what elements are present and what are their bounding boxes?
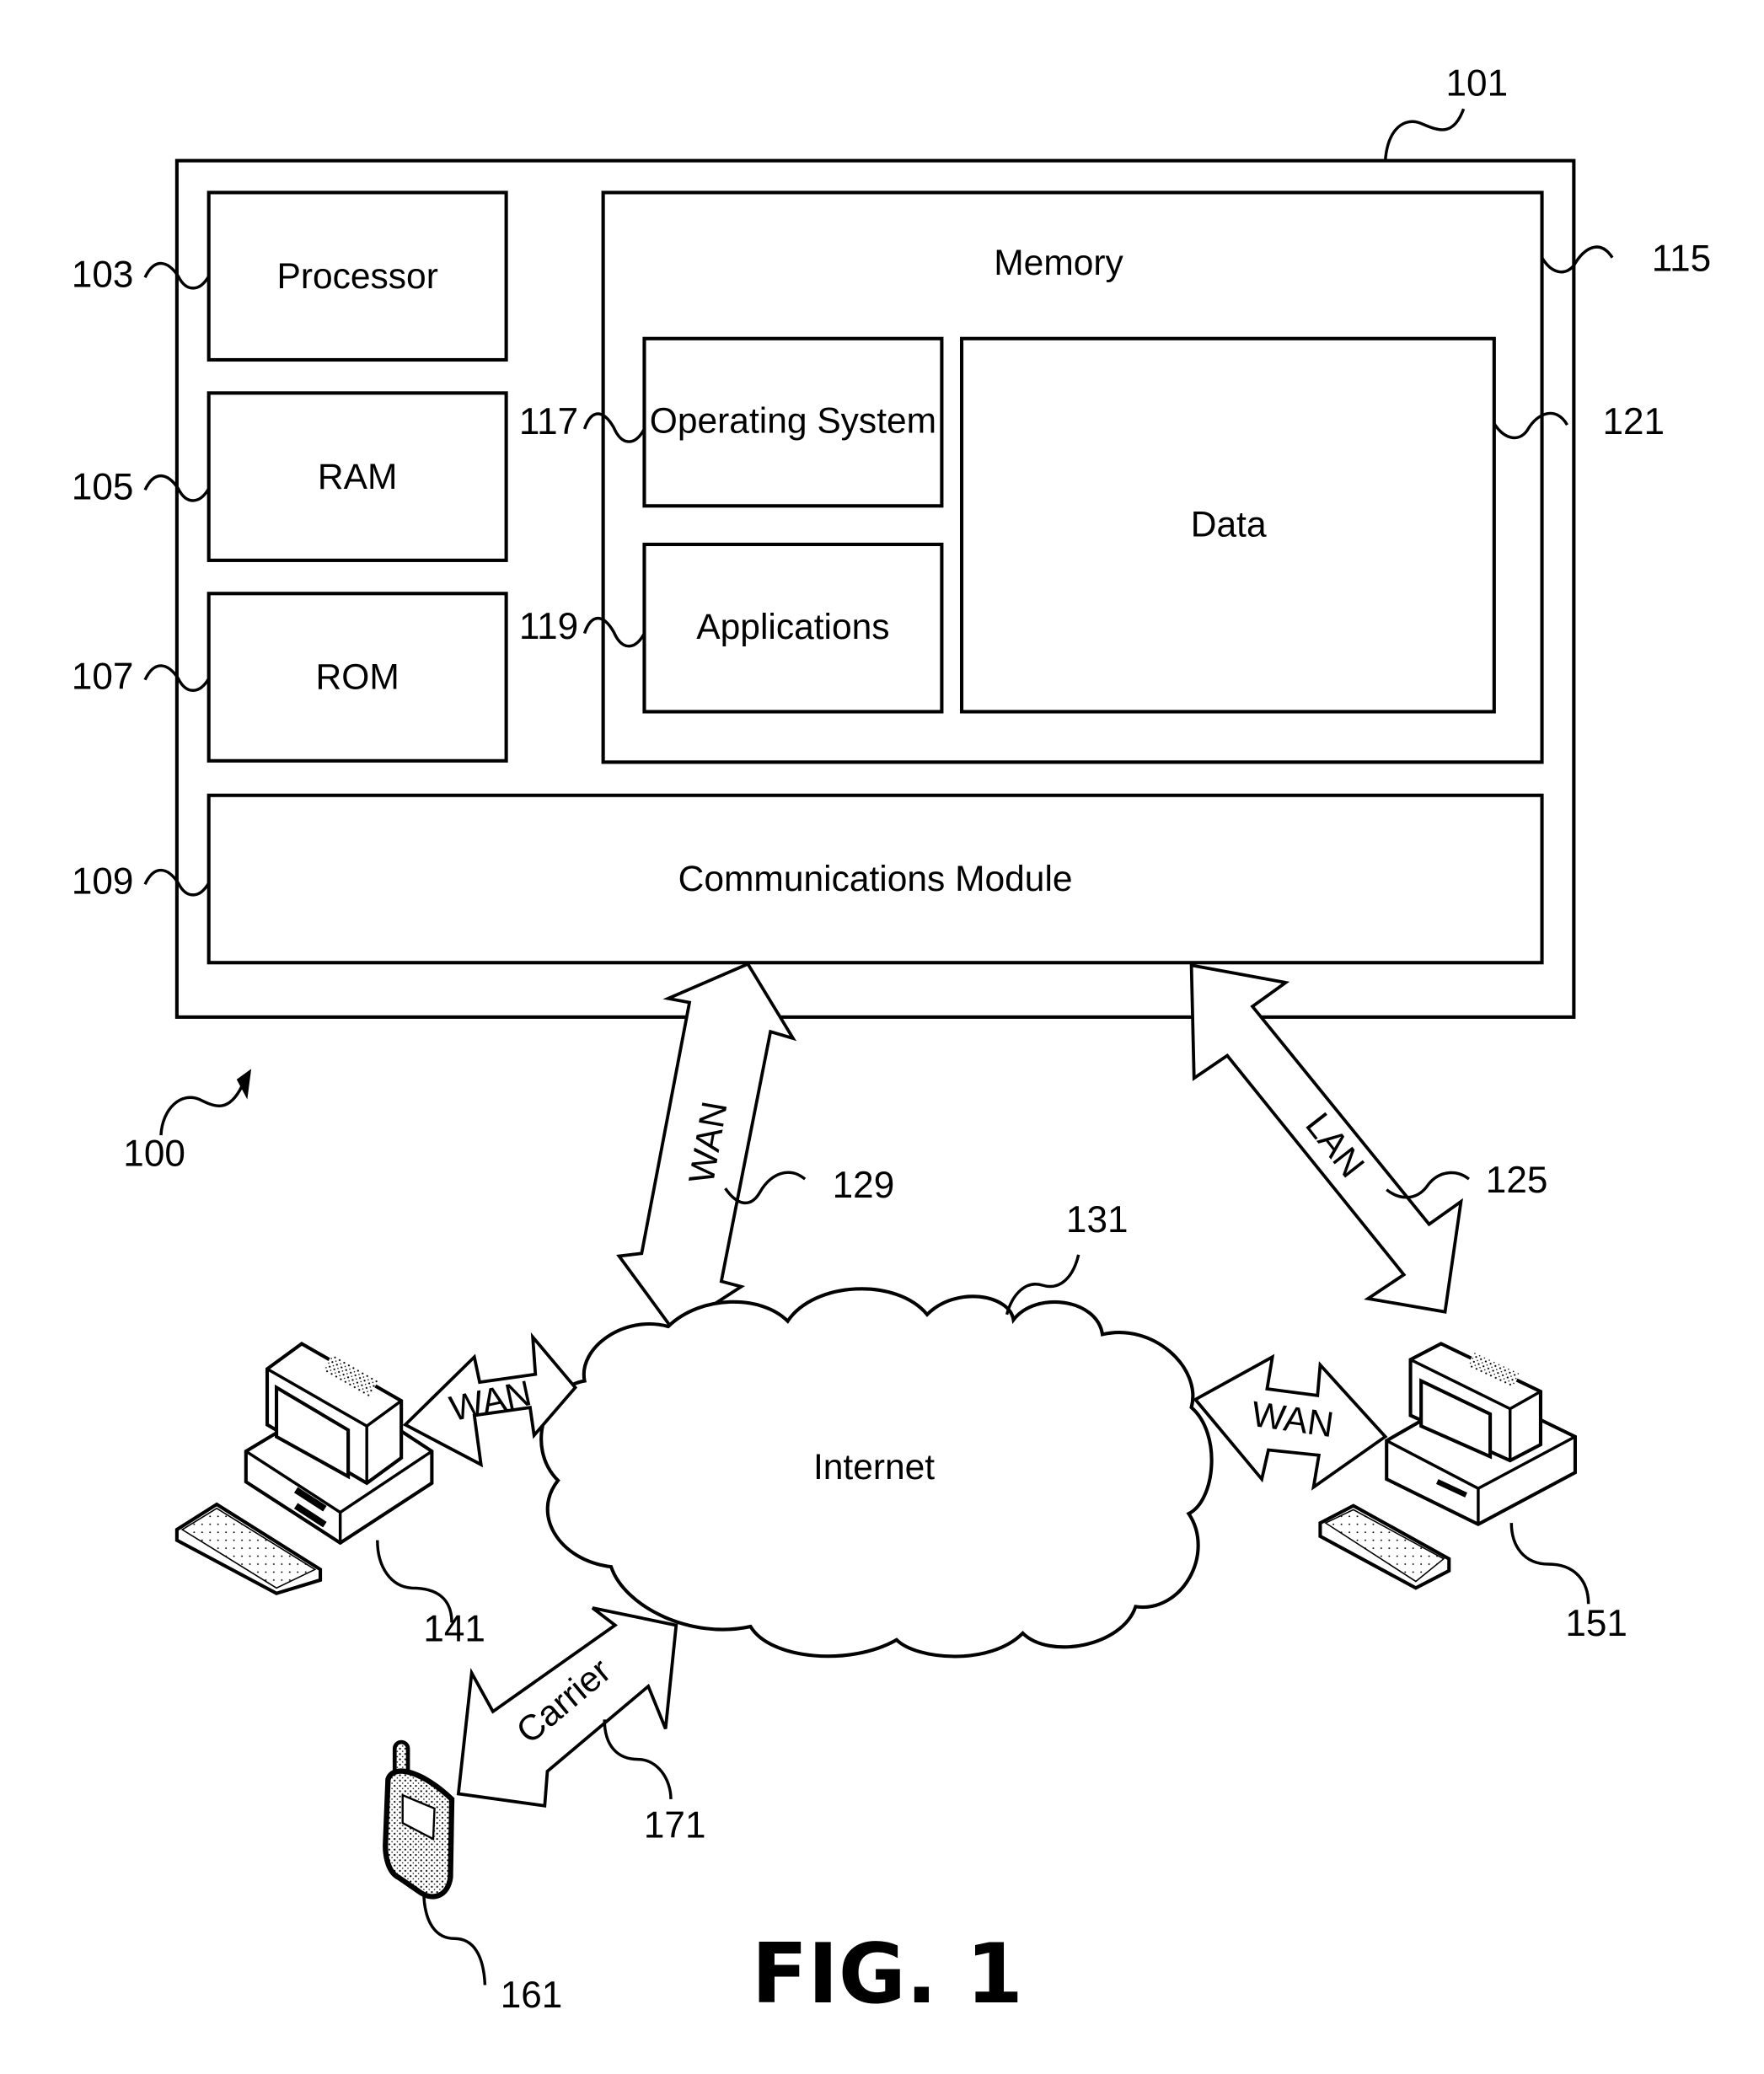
- wan-link-main: WAN 129: [616, 962, 895, 1333]
- ref-107: 107: [72, 656, 134, 698]
- ref-171: 171: [644, 1805, 706, 1846]
- leader-151: [1509, 1523, 1590, 1605]
- ref-131: 131: [1066, 1199, 1129, 1241]
- leader-171: [603, 1719, 673, 1799]
- figure-caption: FIG. 1: [752, 1927, 1023, 2023]
- ref-105: 105: [72, 466, 134, 507]
- ref-115: 115: [1652, 238, 1711, 279]
- ref-103: 103: [72, 254, 134, 295]
- patent-figure: 101 Processor 103 RAM 105 ROM 107 Memory…: [72, 62, 1711, 2023]
- ref-117: 117: [519, 401, 578, 442]
- left-computer: WAN 141: [174, 1332, 578, 1649]
- desktop-computer-icon-left: [174, 1342, 434, 1595]
- phone-body: [383, 1768, 455, 1900]
- ref-151: 151: [1565, 1603, 1627, 1644]
- system-reference: 100: [123, 1069, 252, 1174]
- processor-label: Processor: [276, 256, 437, 297]
- internet-label: Internet: [813, 1447, 935, 1487]
- mobile-link: Carrier 171 161: [383, 1606, 706, 2016]
- ref-119: 119: [519, 606, 578, 647]
- desktop-computer-icon-right: [1318, 1342, 1577, 1590]
- ram-label: RAM: [318, 457, 397, 497]
- arrowhead-100-icon: [236, 1069, 252, 1100]
- communications-module-label: Communications Module: [678, 859, 1073, 899]
- data-label: Data: [1191, 505, 1267, 545]
- operating-system-label: Operating System: [650, 401, 936, 442]
- leader-101: [1383, 108, 1466, 161]
- ref-129: 129: [833, 1165, 895, 1206]
- ref-125: 125: [1486, 1160, 1548, 1201]
- mobile-phone-icon: [383, 1739, 455, 1900]
- ref-100: 100: [123, 1133, 185, 1174]
- ref-141: 141: [423, 1608, 485, 1649]
- ref-101: 101: [1446, 62, 1509, 104]
- leader-161: [422, 1895, 487, 1986]
- ref-161: 161: [501, 1975, 563, 2016]
- leader-100: [159, 1085, 244, 1136]
- ref-109: 109: [72, 860, 134, 902]
- right-computer: WAN 151: [1193, 1342, 1627, 1644]
- ref-121: 121: [1602, 401, 1665, 442]
- computing-device: 101 Processor 103 RAM 105 ROM 107 Memory…: [72, 62, 1711, 1019]
- rom-label: ROM: [316, 657, 399, 698]
- memory-label: Memory: [994, 243, 1123, 283]
- applications-label: Applications: [696, 607, 889, 647]
